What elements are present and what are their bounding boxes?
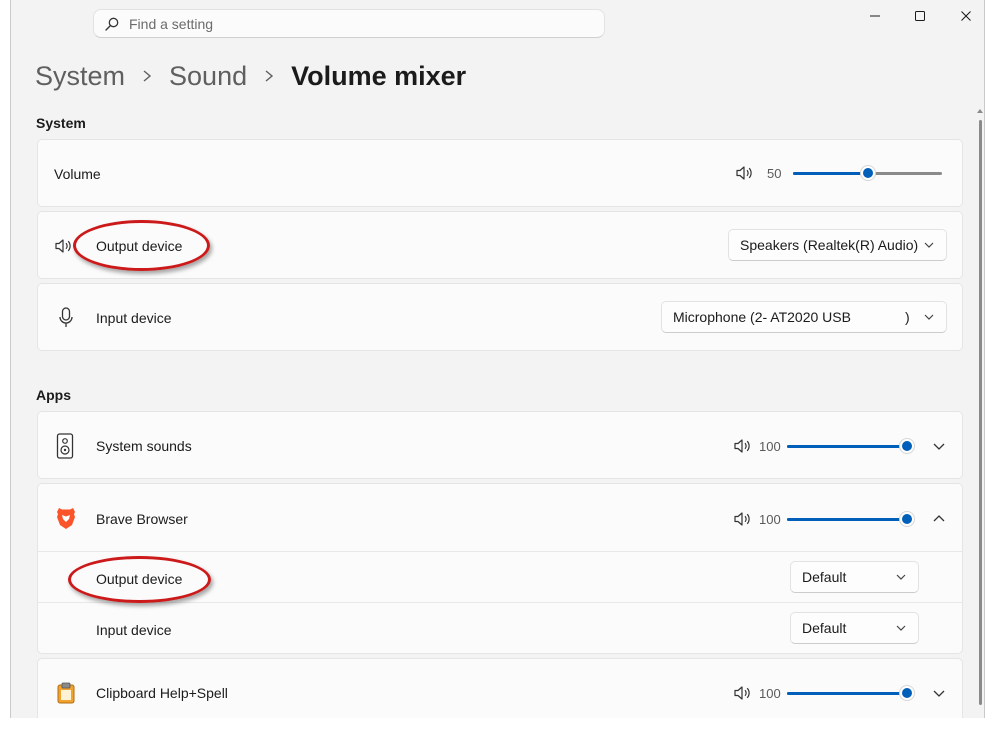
brave-output-device-value: Default [802,569,847,585]
maximize-button[interactable] [900,4,940,28]
divider [38,551,962,552]
input-device-dropdown[interactable]: Microphone (2- AT2020 USB ) [661,301,947,333]
chevron-right-icon [264,70,274,82]
chevron-down-icon[interactable] [933,687,945,699]
page-title: Volume mixer [291,60,467,91]
brave-volume-slider[interactable] [787,509,915,529]
close-icon [961,11,971,21]
volume-value: 100 [759,438,781,454]
input-device-card: Input device Microphone (2- AT2020 USB ) [37,283,963,351]
brave-output-device-dropdown[interactable]: Default [790,561,919,593]
speaker-icon[interactable] [733,685,751,701]
divider [38,602,962,603]
breadcrumb-system[interactable]: System [35,61,125,92]
volume-label: Volume [54,166,101,182]
speaker-icon [54,237,72,255]
chevron-down-icon[interactable] [933,440,945,452]
input-device-value-suffix: ) [905,309,910,325]
settings-window: System Sound Volume mixer System Volume … [10,0,985,718]
brave-browser-label: Brave Browser [96,511,188,527]
section-label-apps: Apps [36,387,71,403]
input-device-value: Microphone (2- AT2020 USB [673,309,851,325]
volume-value: 100 [759,685,781,701]
master-volume-control: 50 [735,163,942,183]
system-sounds-icon [56,433,74,459]
volume-card: Volume 50 [37,139,963,207]
system-sounds-volume-slider[interactable] [787,436,915,456]
minimize-icon [870,15,880,17]
breadcrumb-sound[interactable]: Sound [169,61,247,92]
search-icon [105,17,119,31]
slider-thumb[interactable] [899,438,915,454]
clipboard-help-spell-card[interactable]: Clipboard Help+Spell 100 [37,658,963,718]
brave-input-device-value: Default [802,620,847,636]
clipboard-help-spell-label: Clipboard Help+Spell [96,685,228,701]
microphone-icon [56,307,76,329]
minimize-button[interactable] [855,4,895,28]
search-box[interactable] [93,9,605,38]
chevron-right-icon [142,70,152,82]
output-device-dropdown[interactable]: Speakers (Realtek(R) Audio) [728,229,947,261]
chevron-down-icon [896,625,906,631]
volume-value: 100 [759,511,781,527]
slider-thumb[interactable] [899,685,915,701]
title-bar [11,0,984,48]
output-device-value: Speakers (Realtek(R) Audio) [740,237,919,253]
output-device-card: Output device Speakers (Realtek(R) Audio… [37,211,963,279]
volume-value: 50 [767,165,782,181]
clipboard-volume-control: 100 [733,683,915,703]
section-label-system: System [36,115,86,131]
search-input[interactable] [129,15,569,32]
breadcrumb: System Sound Volume mixer [35,56,466,96]
speaker-icon[interactable] [733,511,751,527]
chevron-up-icon[interactable] [933,513,945,525]
maximize-icon [915,11,925,21]
system-sounds-card[interactable]: System sounds 100 [37,411,963,479]
brave-browser-card: Brave Browser 100 Output device Default … [37,483,963,654]
slider-thumb[interactable] [899,511,915,527]
system-sounds-label: System sounds [96,438,192,454]
close-button[interactable] [946,4,984,28]
clipboard-icon [56,682,76,704]
brave-output-device-label: Output device [96,571,183,587]
speaker-icon[interactable] [735,165,753,181]
system-sounds-volume-control: 100 [733,436,915,456]
brave-icon [55,506,77,530]
chevron-down-icon [924,314,934,320]
input-device-label: Input device [96,310,172,326]
clipboard-volume-slider[interactable] [787,683,915,703]
output-device-label: Output device [96,238,183,254]
speaker-icon[interactable] [733,438,751,454]
scroll-up-icon[interactable] [977,108,983,114]
scrollbar-thumb[interactable] [979,120,982,705]
master-volume-slider[interactable] [793,163,942,183]
chevron-down-icon [924,242,934,248]
brave-input-device-label: Input device [96,622,172,638]
brave-input-device-dropdown[interactable]: Default [790,612,919,644]
slider-thumb[interactable] [859,165,876,181]
brave-volume-control: 100 [733,509,915,529]
chevron-down-icon [896,574,906,580]
